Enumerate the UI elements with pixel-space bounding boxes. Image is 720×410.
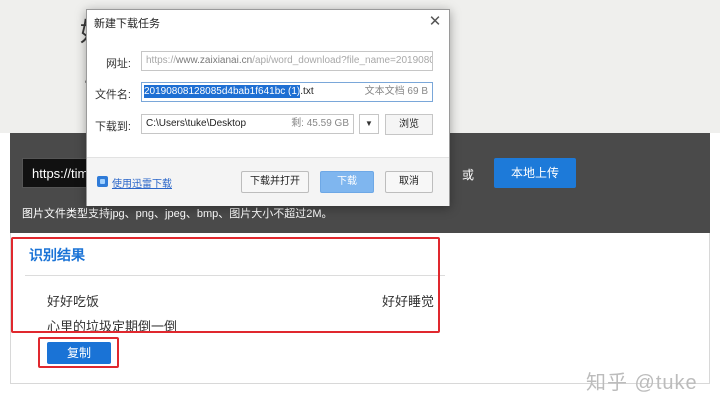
highlight-box-copy bbox=[38, 337, 119, 368]
free-space-text: 剩: 45.59 GB bbox=[291, 118, 349, 129]
chevron-down-icon[interactable]: ▼ bbox=[359, 114, 379, 134]
highlight-box-result bbox=[11, 237, 440, 333]
zhihu-watermark: 知乎 @tuke bbox=[586, 372, 698, 394]
new-download-dialog: 新建下载任务 ✕ 网址: https://www.zaixianai.cn/ap… bbox=[86, 9, 450, 206]
save-path-text: C:\Users\tuke\Desktop bbox=[146, 118, 247, 129]
local-upload-button[interactable]: 本地上传 bbox=[494, 158, 576, 188]
or-label: 或 bbox=[462, 168, 475, 182]
filename-label: 文件名: bbox=[94, 89, 131, 101]
url-domain: www.zaixianai.cn bbox=[176, 55, 253, 66]
dialog-titlebar: 新建下载任务 ✕ bbox=[87, 10, 449, 34]
dialog-footer: 使用迅雷下载 下载并打开 下载 取消 bbox=[87, 157, 449, 206]
filename-field[interactable]: 20190808128085d4bab1f641bc (1).txt 文本文档 … bbox=[141, 82, 433, 102]
download-and-open-button[interactable]: 下载并打开 bbox=[241, 171, 309, 193]
url-prefix: https:// bbox=[146, 55, 177, 66]
save-to-label: 下载到: bbox=[94, 121, 131, 133]
url-rest: /api/word_download?file_name=20190808128 bbox=[252, 55, 432, 66]
url-label: 网址: bbox=[105, 58, 131, 70]
file-type-size: 文本文档 69 B bbox=[364, 86, 428, 97]
filename-selected-text: 20190808128085d4bab1f641bc (1) bbox=[144, 85, 301, 98]
filename-extension: .txt bbox=[300, 86, 314, 97]
download-button[interactable]: 下载 bbox=[320, 171, 374, 193]
url-field[interactable]: https://www.zaixianai.cn/api/word_downlo… bbox=[141, 51, 433, 71]
browse-button[interactable]: 浏览 bbox=[385, 114, 433, 135]
file-type-hint: 图片文件类型支持jpg、png、jpeg、bmp、图片大小不超过2M。 bbox=[22, 208, 333, 220]
xunlei-icon bbox=[97, 176, 108, 187]
close-icon[interactable]: ✕ bbox=[427, 14, 443, 30]
save-path-field[interactable]: C:\Users\tuke\Desktop 剩: 45.59 GB bbox=[141, 114, 354, 134]
use-xunlei-link[interactable]: 使用迅雷下载 bbox=[112, 175, 172, 190]
cancel-button[interactable]: 取消 bbox=[385, 171, 433, 193]
dialog-title: 新建下载任务 bbox=[94, 18, 160, 30]
